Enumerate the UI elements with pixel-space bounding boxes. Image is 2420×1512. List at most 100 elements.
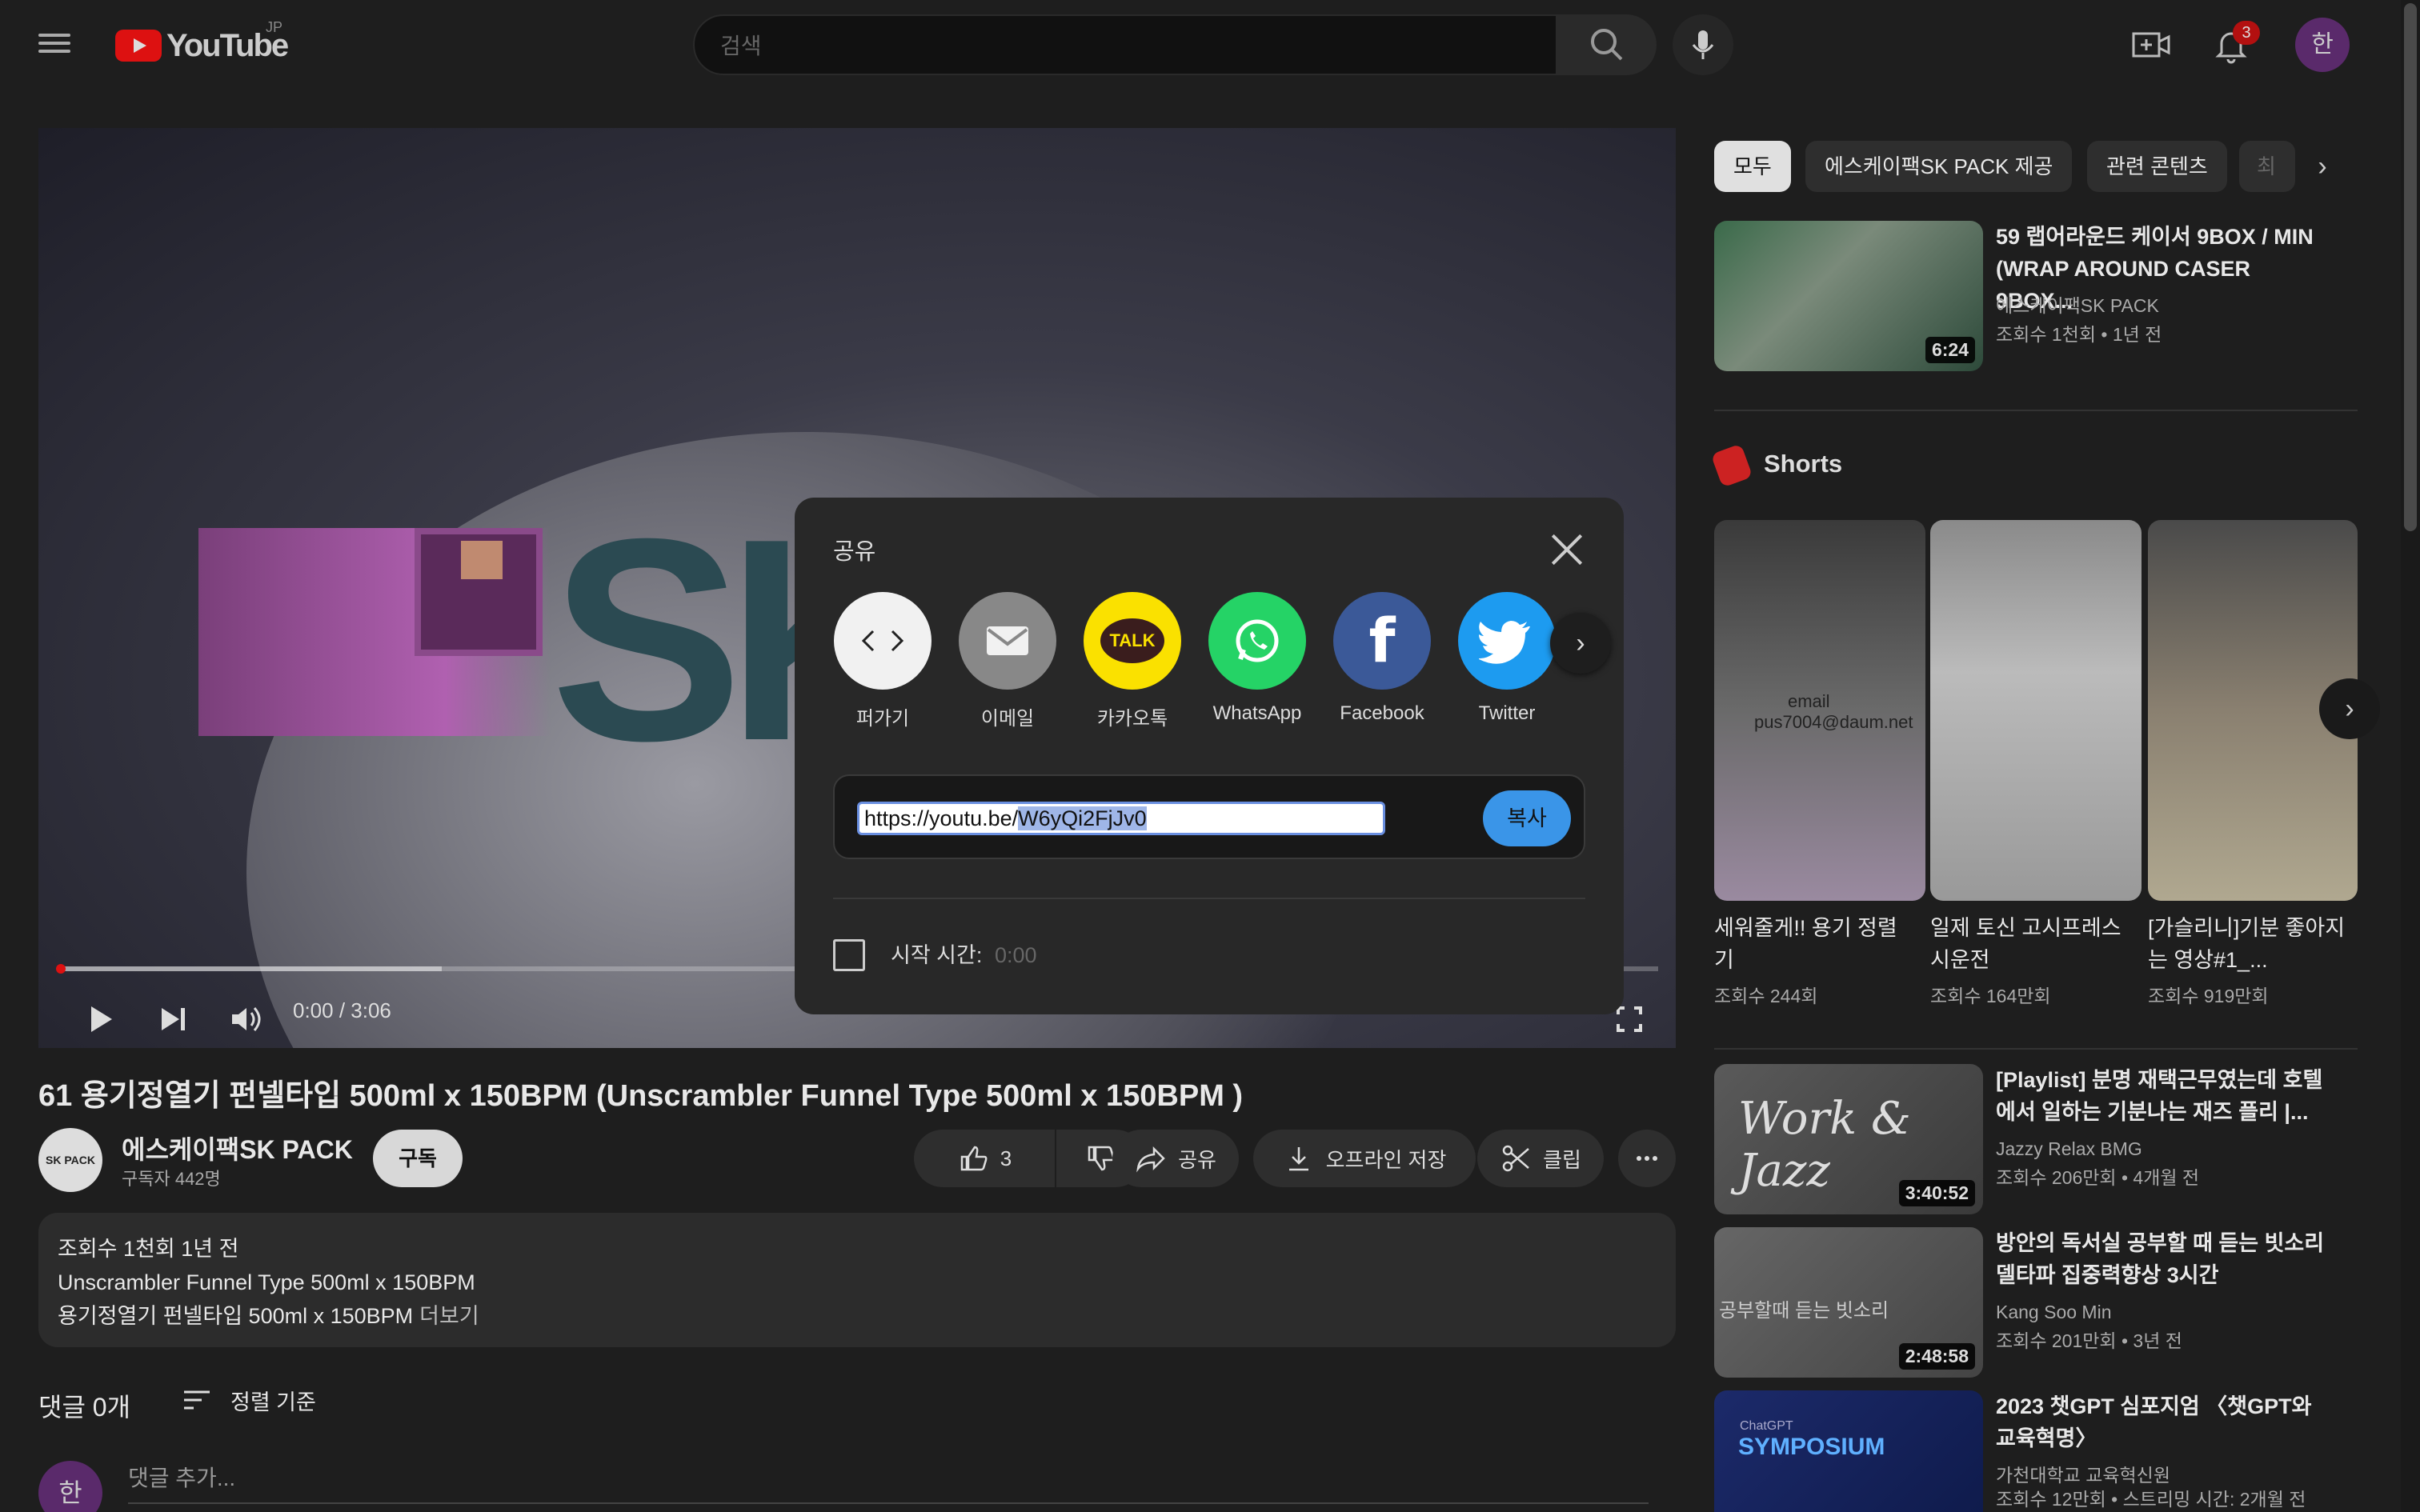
chevron-right-icon[interactable]: › [2305,149,2340,184]
short-title[interactable]: 일제 토신 고시프레스 시운전 [1930,912,2130,976]
show-more-link[interactable]: 더보기 [419,1304,479,1328]
time-display: 0:00 / 3:06 [293,998,391,1022]
notification-count-badge: 3 [2233,21,2260,45]
scrollbar-thumb[interactable] [2404,3,2417,531]
description-line: Unscrambler Funnel Type 500ml x 150BPM [58,1270,475,1294]
share-option-twitter[interactable]: Twitter [1451,592,1563,725]
facebook-icon: f [1333,592,1431,690]
subscriber-count: 구독자 442명 [122,1169,221,1189]
short-title[interactable]: 세워줄게!! 용기 정렬기 [1714,912,1914,976]
description-box[interactable]: 조회수 1천회 1년 전 Unscrambler Funnel Type 500… [38,1213,1676,1347]
related-thumbnail[interactable]: ChatGPT SYMPOSIUM [1714,1390,1983,1512]
clip-label: 클립 [1543,1147,1581,1172]
channel-name[interactable]: 에스케이팩SK PACK [122,1130,353,1166]
download-button[interactable]: 오프라인 저장 [1253,1130,1476,1187]
share-option-kakaotalk[interactable]: TALK 카카오톡 [1076,592,1188,730]
description-views-date: 조회수 1천회 1년 전 [58,1237,239,1261]
related-thumbnail[interactable]: 6:24 [1714,221,1983,371]
youtube-play-icon [115,30,162,62]
menu-icon[interactable] [38,29,70,61]
search-input[interactable]: 검색 [693,14,1557,75]
next-button[interactable] [150,997,195,1042]
share-option-label: Facebook [1340,702,1424,724]
progress-buffered [58,966,442,971]
related-thumbnail[interactable]: Work & Jazz 3:40:52 [1714,1064,1983,1214]
create-video-button[interactable] [2129,26,2174,64]
video-frame-logo-box [415,528,543,656]
chip-overflow[interactable]: 최 [2239,141,2295,192]
close-icon[interactable] [1547,530,1587,570]
share-option-embed[interactable]: 퍼가기 [827,592,939,730]
start-time-checkbox[interactable] [833,939,865,971]
clip-button[interactable]: 클립 [1477,1130,1604,1187]
sort-comments-button[interactable]: 정렬 기준 [181,1384,316,1416]
related-meta: 조회수 201만회 • 3년 전 [1996,1330,2182,1351]
share-url-input[interactable]: https://youtu.be/W6yQi2FjJv0 [857,802,1385,835]
video-title: 61 용기정열기 펀넬타입 500ml x 150BPM (Unscramble… [38,1079,1244,1113]
volume-button[interactable] [224,997,269,1042]
thumbnail-text: 공부할때 듣는 빗소리 [1719,1300,1889,1322]
subscribe-button[interactable]: 구독 [373,1130,463,1187]
video-duration: 3:40:52 [1898,1180,1975,1206]
related-title[interactable]: 방안의 독서실 공부할 때 듣는 빗소리 델타파 집중력향상 3시간 [1996,1227,2332,1291]
short-views: 조회수 164만회 [1930,986,2051,1006]
start-time-input[interactable]: 0:00 [995,939,1037,971]
chip-channel[interactable]: 에스케이팩SK PACK 제공 [1805,141,2073,192]
share-option-whatsapp[interactable]: WhatsApp [1201,592,1313,725]
kakaotalk-icon: TALK [1084,592,1181,690]
short-thumbnail[interactable]: email pus7004@daum.net [1714,520,1925,901]
chip-all[interactable]: 모두 [1714,141,1791,192]
progress-scrubber[interactable] [56,964,66,974]
copy-button[interactable]: 복사 [1483,790,1571,846]
sort-label: 정렬 기준 [230,1390,316,1414]
related-title[interactable]: 2023 챗GPT 심포지엄 〈챗GPT와 교육혁명〉 [1996,1390,2332,1454]
play-button[interactable] [77,997,122,1042]
short-overlay-text: email [1788,691,1830,711]
like-button[interactable]: 3 [914,1130,1055,1187]
share-option-label: 퍼가기 [855,708,910,730]
share-button[interactable]: 공유 [1112,1130,1239,1187]
more-actions-button[interactable] [1618,1130,1676,1187]
voice-search-button[interactable] [1673,14,1733,75]
thumbnail-text: ChatGPT [1740,1419,1793,1433]
share-url-box: https://youtu.be/W6yQi2FjJv0 복사 [833,774,1585,859]
whatsapp-icon [1208,592,1306,690]
search-button[interactable] [1557,14,1657,75]
download-label: 오프라인 저장 [1325,1147,1447,1172]
share-option-email[interactable]: 이메일 [952,592,1064,730]
channel-avatar[interactable]: SK PACK [38,1128,102,1192]
short-thumbnail[interactable] [1930,520,2142,901]
related-title[interactable]: [Playlist] 분명 재택근무였는데 호텔에서 일하는 기분나는 재즈 플… [1996,1064,2332,1128]
shorts-next-button[interactable]: › [2319,678,2380,739]
share-option-facebook[interactable]: f Facebook [1326,592,1438,725]
short-title[interactable]: [가슬리니]기분 좋아지는 영상#1_... [2148,912,2348,976]
short-views: 조회수 244회 [1714,986,1818,1006]
share-option-label: 카카오톡 [1096,708,1168,730]
related-meta: 조회수 12만회 • 스트리밍 시간: 2개월 전 [1996,1489,2306,1510]
shorts-heading: Shorts [1764,450,1843,478]
related-channel[interactable]: 에스케이팩SK PACK [1996,291,2159,320]
share-option-label: WhatsApp [1212,702,1302,724]
more-horizontal-icon [1637,1156,1657,1161]
add-comment-input[interactable]: 댓글 추가... [128,1461,1649,1504]
shorts-icon [1710,443,1753,488]
volume-icon [232,1007,261,1031]
related-channel[interactable]: Kang Soo Min [1996,1298,2111,1326]
youtube-logo[interactable]: YouTube JP [115,19,289,66]
related-channel[interactable]: Jazzy Relax BMG [1996,1134,2142,1163]
account-avatar[interactable]: 한 [2295,18,2350,72]
video-duration: 6:24 [1925,337,1975,363]
thumbs-up-icon [960,1146,988,1171]
facebook-badge: f [1368,605,1396,676]
divider [1714,1048,2358,1050]
description-line: 용기정열기 펀넬타입 500ml x 150BPM [58,1304,414,1328]
related-thumbnail[interactable]: 공부할때 듣는 빗소리 2:48:58 [1714,1227,1983,1378]
video-duration: 2:48:58 [1898,1343,1975,1370]
chip-related[interactable]: 관련 콘텐츠 [2087,141,2227,192]
chevron-right-icon[interactable]: › [1550,613,1611,674]
related-meta: 조회수 206만회 • 4개월 전 [1996,1167,2200,1188]
share-option-label: Twitter [1478,702,1536,724]
dialog-title: 공유 [833,539,876,565]
like-count: 3 [1000,1146,1012,1170]
embed-icon [834,592,932,690]
